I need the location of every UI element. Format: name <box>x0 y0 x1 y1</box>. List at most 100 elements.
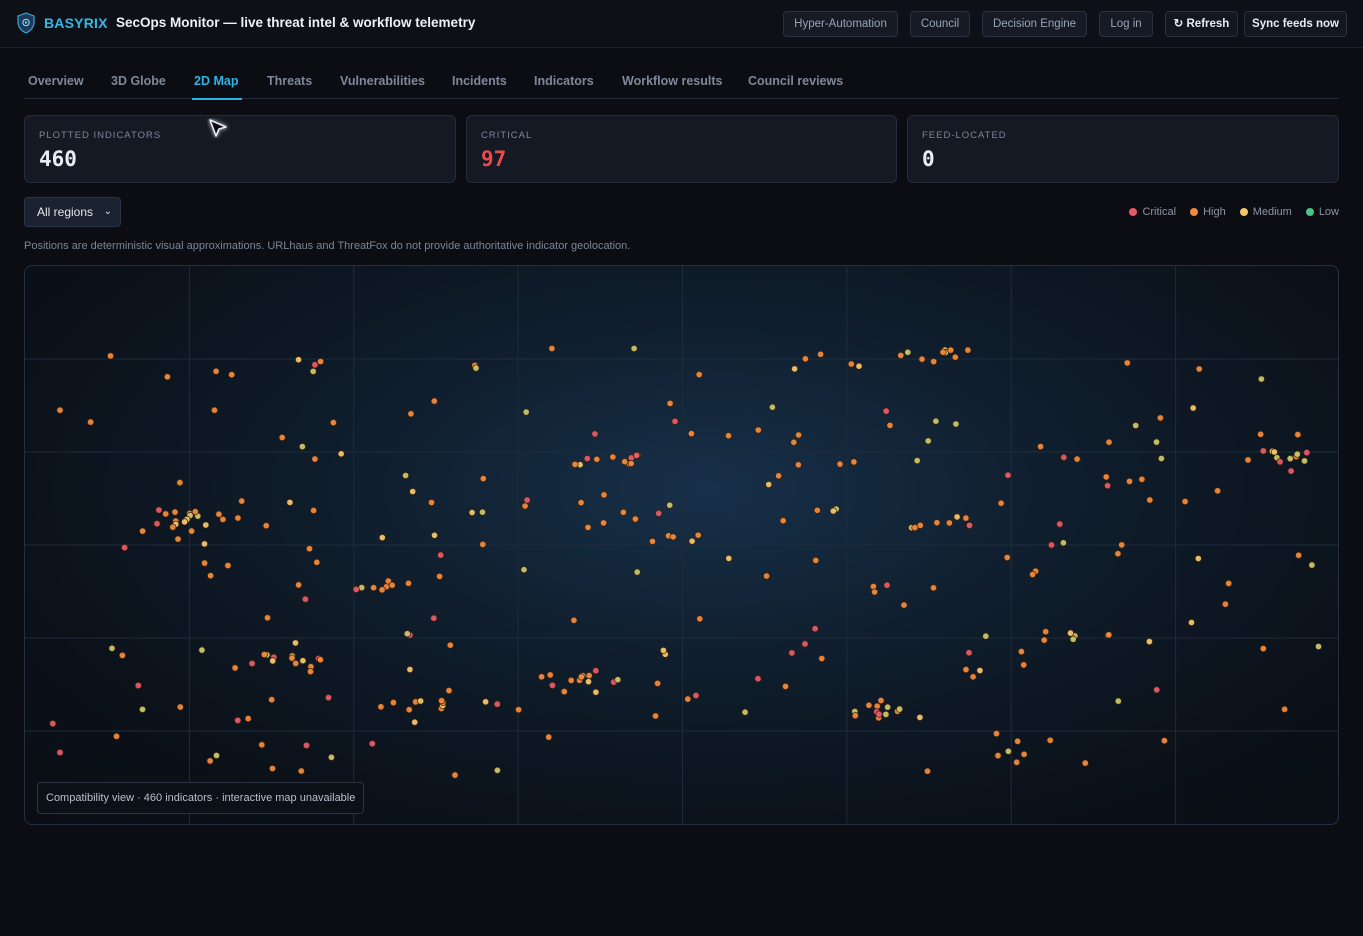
indicator-dot[interactable] <box>816 350 825 358</box>
indicator-dot[interactable] <box>1259 447 1267 455</box>
indicator-dot[interactable] <box>162 510 170 518</box>
indicator-dot[interactable] <box>1225 579 1233 587</box>
indicator-dot[interactable] <box>1281 705 1289 713</box>
indicator-dot[interactable] <box>870 588 879 596</box>
indicator-dot[interactable] <box>762 572 771 580</box>
indicator-dot[interactable] <box>1056 520 1064 528</box>
indicator-dot[interactable] <box>592 688 600 696</box>
indicator-dot[interactable] <box>56 748 64 757</box>
indicator-dot[interactable] <box>316 357 325 366</box>
indicator-dot[interactable] <box>1295 551 1303 559</box>
indicator-dot[interactable] <box>388 581 396 589</box>
indicator-dot[interactable] <box>407 410 415 418</box>
indicator-dot[interactable] <box>522 408 530 416</box>
indicator-dot[interactable] <box>774 472 783 480</box>
indicator-dot[interactable] <box>818 654 826 663</box>
indicator-dot[interactable] <box>1118 541 1126 549</box>
indicator-dot[interactable] <box>1104 482 1112 490</box>
indicator-dot[interactable] <box>523 496 531 504</box>
indicator-dot[interactable] <box>1259 644 1267 653</box>
indicator-dot[interactable] <box>1004 471 1012 479</box>
indicator-dot[interactable] <box>86 418 95 426</box>
indicator-dot[interactable] <box>472 364 480 372</box>
indicator-dot[interactable] <box>231 664 239 672</box>
indicator-dot[interactable] <box>435 572 444 580</box>
indicator-dot[interactable] <box>1013 758 1021 766</box>
indicator-dot[interactable] <box>779 517 787 525</box>
indicator-dot[interactable] <box>1156 414 1165 422</box>
indicator-dot[interactable] <box>1157 454 1166 463</box>
indicator-dot[interactable] <box>976 666 984 675</box>
indicator-dot[interactable] <box>632 451 641 459</box>
login-button[interactable]: Log in <box>1099 11 1153 37</box>
indicator-dot[interactable] <box>299 657 307 665</box>
indicator-dot[interactable] <box>741 708 749 716</box>
indicator-dot[interactable] <box>309 367 317 376</box>
indicator-dot[interactable] <box>1047 541 1056 549</box>
indicator-dot[interactable] <box>329 419 337 427</box>
indicator-dot[interactable] <box>794 431 803 439</box>
indicator-dot[interactable] <box>952 420 960 428</box>
indicator-dot[interactable] <box>521 502 529 510</box>
indicator-dot[interactable] <box>118 651 127 659</box>
indicator-dot[interactable] <box>324 693 333 702</box>
indicator-dot[interactable] <box>900 601 908 609</box>
indicator-dot[interactable] <box>548 681 557 689</box>
indicator-dot[interactable] <box>1114 550 1122 558</box>
indicator-dot[interactable] <box>875 710 883 718</box>
indicator-dot[interactable] <box>368 740 376 748</box>
indicator-dot[interactable] <box>437 551 445 559</box>
indicator-dot[interactable] <box>923 767 932 775</box>
indicator-dot[interactable] <box>886 421 894 429</box>
indicator-dot[interactable] <box>174 535 182 543</box>
indicator-dot[interactable] <box>451 771 459 779</box>
indicator-dot[interactable] <box>687 430 696 438</box>
indicator-dot[interactable] <box>1152 438 1161 446</box>
indicator-dot[interactable] <box>430 531 439 539</box>
indicator-dot[interactable] <box>964 346 972 354</box>
indicator-dot[interactable] <box>1105 631 1113 639</box>
indicator-dot[interactable] <box>850 458 858 466</box>
indicator-dot[interactable] <box>1146 496 1154 504</box>
indicator-dot[interactable] <box>614 676 622 684</box>
indicator-dot[interactable] <box>1153 686 1161 694</box>
indicator-dot[interactable] <box>176 703 184 711</box>
indicator-dot[interactable] <box>609 453 617 461</box>
indicator-dot[interactable] <box>630 344 638 353</box>
tab-incidents[interactable]: Incidents <box>452 74 507 99</box>
indicator-dot[interactable] <box>811 625 819 633</box>
indicator-dot[interactable] <box>648 537 657 545</box>
indicator-dot[interactable] <box>138 705 147 713</box>
indicator-dot[interactable] <box>1270 448 1279 456</box>
indicator-dot[interactable] <box>155 506 163 514</box>
indicator-dot[interactable] <box>106 352 115 360</box>
indicator-dot[interactable] <box>982 632 990 640</box>
indicator-dot[interactable] <box>585 671 593 680</box>
indicator-dot[interactable] <box>855 362 863 370</box>
indicator-dot[interactable] <box>571 460 579 468</box>
indicator-dot[interactable] <box>520 566 528 574</box>
indicator-dot[interactable] <box>479 475 487 483</box>
indicator-dot[interactable] <box>416 697 425 705</box>
indicator-dot[interactable] <box>883 703 892 711</box>
indicator-dot[interactable] <box>244 714 252 723</box>
indicator-dot[interactable] <box>725 554 733 562</box>
indicator-dot[interactable] <box>882 710 890 718</box>
indicator-dot[interactable] <box>659 646 668 654</box>
indicator-dot[interactable] <box>108 644 116 652</box>
indicator-dot[interactable] <box>311 455 319 463</box>
indicator-dot[interactable] <box>599 519 608 527</box>
indicator-dot[interactable] <box>377 703 385 711</box>
indicator-dot[interactable] <box>389 698 397 707</box>
indicator-dot[interactable] <box>1300 457 1309 465</box>
indicator-dot[interactable] <box>600 491 608 499</box>
indicator-dot[interactable] <box>269 657 277 665</box>
indicator-dot[interactable] <box>188 527 196 535</box>
indicator-dot[interactable] <box>794 461 803 469</box>
indicator-dot[interactable] <box>1138 475 1146 483</box>
tab-indicators[interactable]: Indicators <box>534 74 594 99</box>
indicator-dot[interactable] <box>895 705 904 713</box>
indicator-dot[interactable] <box>153 520 161 528</box>
hyper-automation-button[interactable]: Hyper-Automation <box>783 11 898 37</box>
indicator-dot[interactable] <box>171 508 179 516</box>
